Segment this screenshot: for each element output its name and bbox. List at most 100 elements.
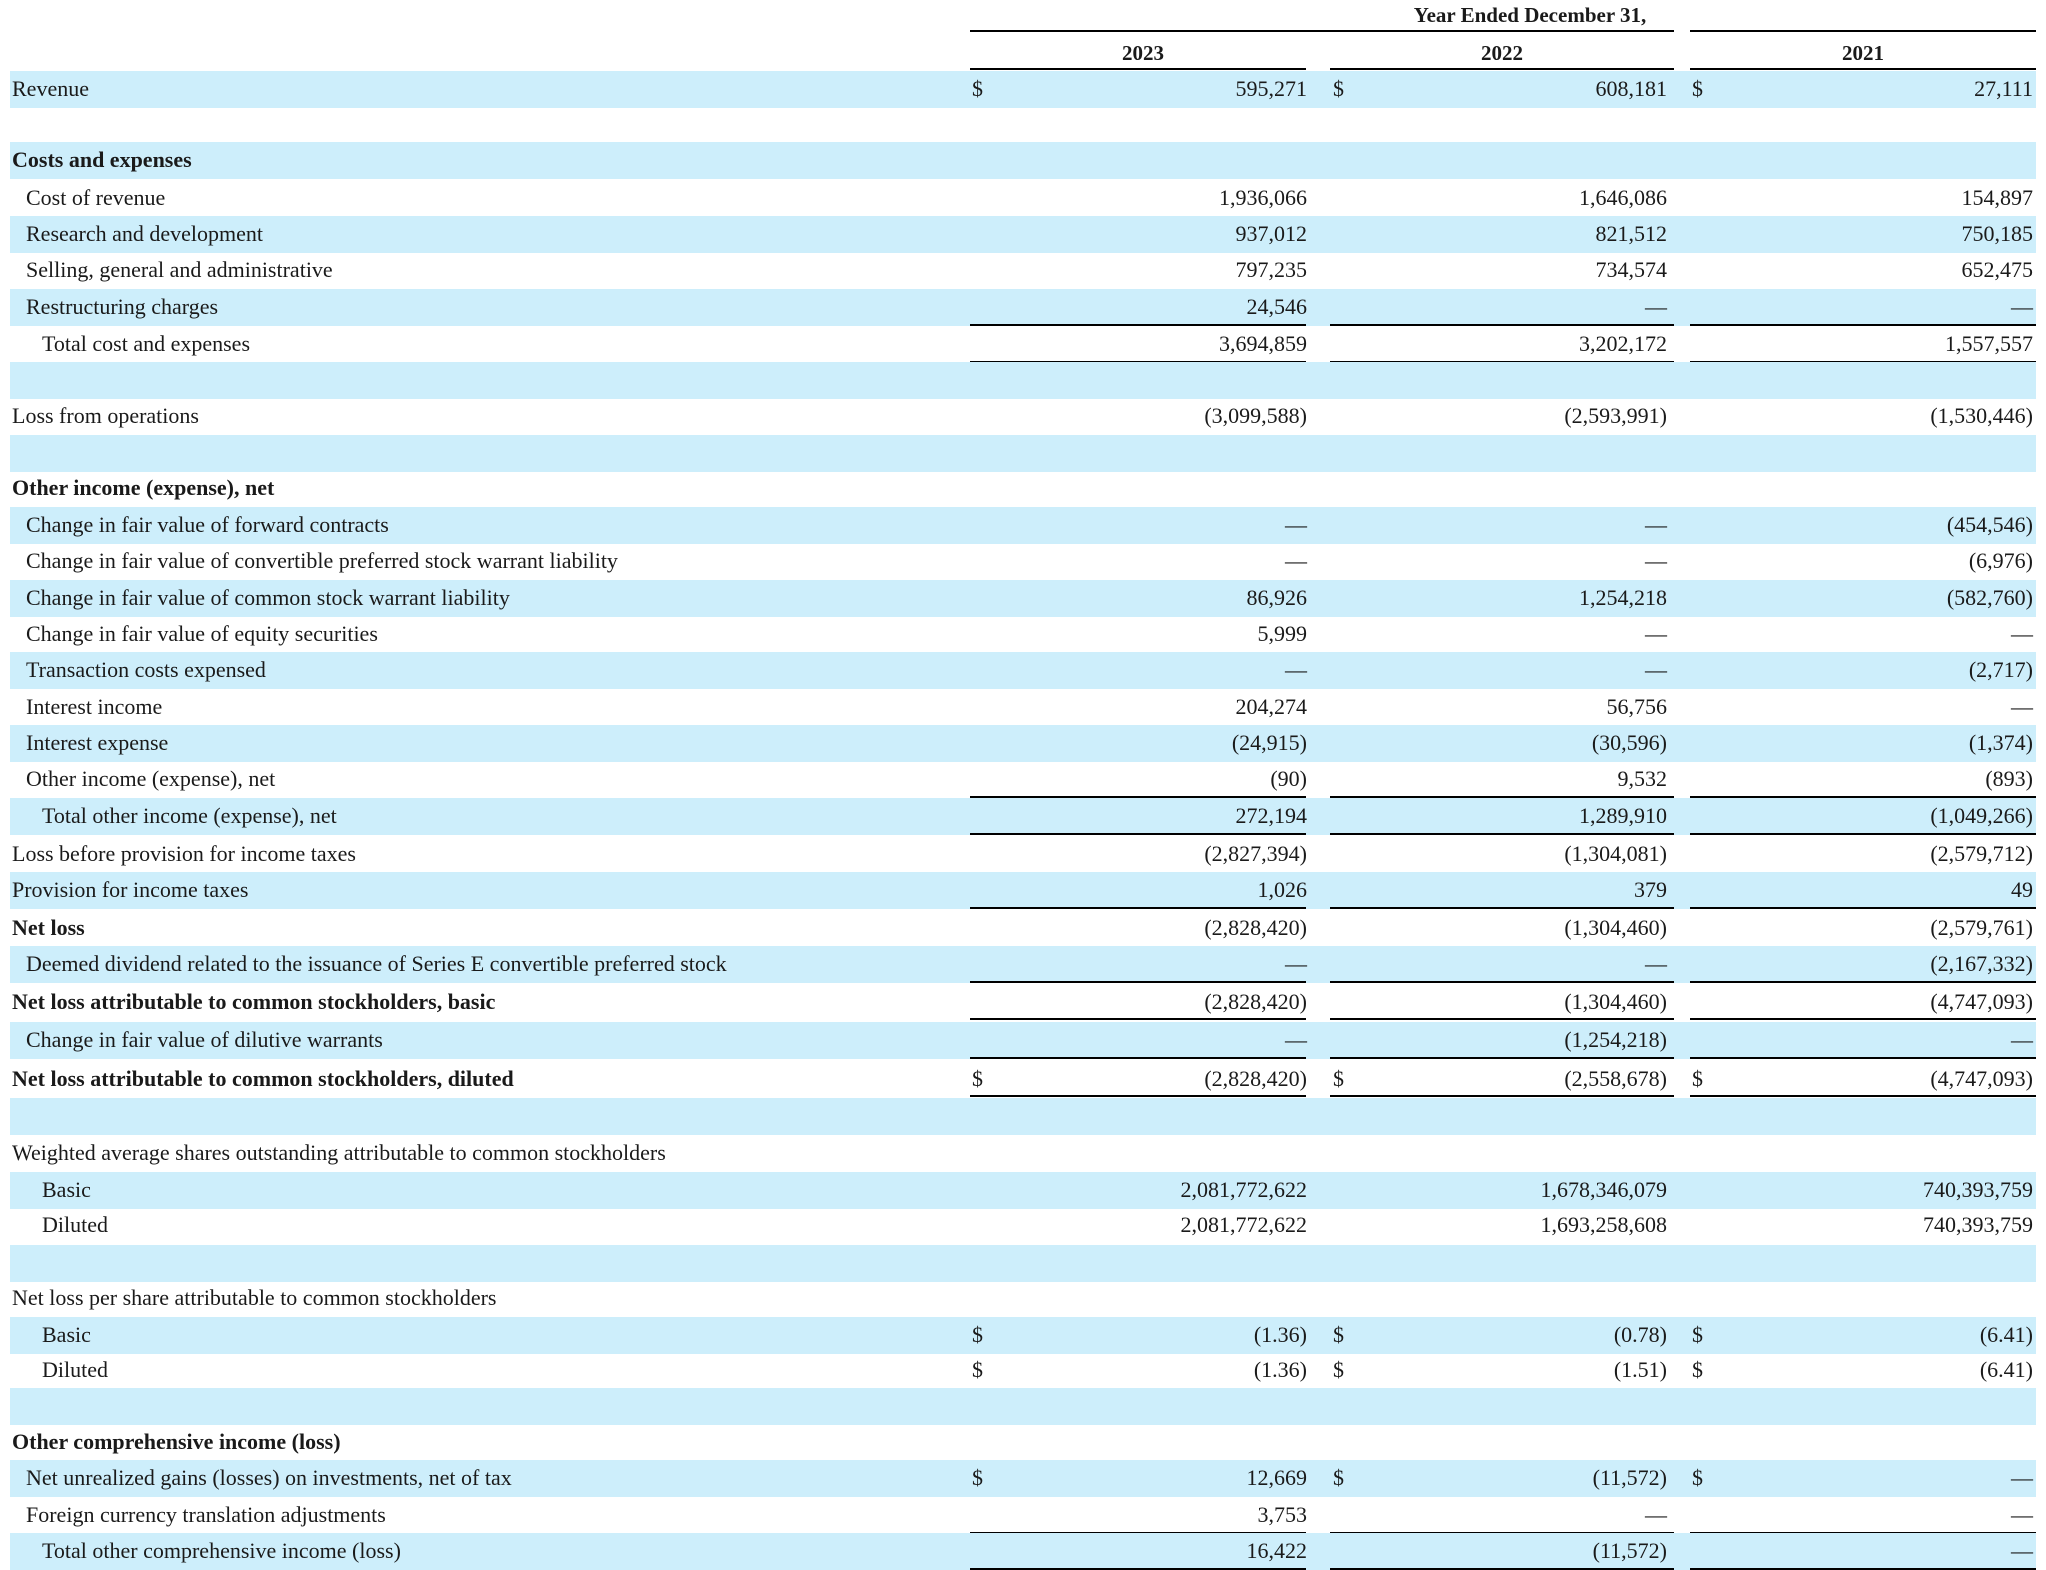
subtotal-rule-2021 [1690,907,2036,909]
subtotal-rule-2023 [970,1057,1306,1059]
currency-symbol: $ [1692,76,1703,101]
value-net-loss-attributable-to-common-stockholders-basic-2022: (1,304,460) [1564,989,1667,1014]
value-net-loss-2023: (2,828,420) [1204,915,1307,940]
value-transaction-costs-expensed-2022: — [1645,657,1667,682]
value-selling-general-and-administrative-2022: 734,574 [1595,257,1668,282]
row-label-other-comprehensive-income-loss: Other comprehensive income (loss) [12,1429,341,1454]
value-cost-of-revenue-2022: 1,646,086 [1579,185,1667,210]
subtotal-rule-2023 [970,324,1306,326]
value-net-loss-attributable-to-common-stockholders-basic-2021: (4,747,093) [1930,989,2033,1014]
row-label-revenue: Revenue [12,76,89,101]
value-change-in-fair-value-of-convertible-preferred-stock-warrant-liability-2023: — [1285,548,1307,573]
currency-symbol: $ [972,1357,983,1382]
value-revenue-2023: 595,271 [1235,76,1308,101]
value-revenue-2022: 608,181 [1595,76,1668,101]
value-total-cost-and-expenses-2021: 1,557,557 [1945,331,2033,356]
value-diluted-2022: (1.51) [1613,1357,1667,1382]
row-label-diluted: Diluted [42,1212,108,1237]
year-header-2023: 2023 [1122,41,1164,65]
value-selling-general-and-administrative-2021: 652,475 [1961,257,2034,282]
value-other-income-expense-net-2023: (90) [1270,766,1307,791]
subtotal-rule-2022 [1330,981,1674,983]
year-header-rule-2021 [1690,68,2036,70]
value-change-in-fair-value-of-dilutive-warrants-2023: — [1285,1027,1307,1052]
value-interest-expense-2022: (30,596) [1591,730,1667,755]
value-net-unrealized-gains-losses-on-investments-net-of-tax-2021: — [2011,1465,2033,1490]
row-shade [10,1245,2036,1282]
value-interest-income-2022: 56,756 [1606,694,1668,719]
row-label-weighted-average-shares-outstanding-attributable-to-common-stockholders: Weighted average shares outstanding attr… [12,1140,666,1165]
value-other-income-expense-net-2022: 9,532 [1617,766,1668,791]
value-net-loss-2022: (1,304,460) [1564,915,1667,940]
value-change-in-fair-value-of-convertible-preferred-stock-warrant-liability-2022: — [1645,548,1667,573]
row-label-net-loss-per-share-attributable-to-common-stockholders: Net loss per share attributable to commo… [12,1285,497,1310]
currency-symbol: $ [1333,76,1344,101]
row-label-deemed-dividend-related-to-the-issuance-of-series-e-convertible-preferred-stock: Deemed dividend related to the issuance … [26,951,727,976]
subtotal-rule-2021 [1690,981,2036,983]
value-basic-2022: 1,678,346,079 [1540,1177,1668,1202]
value-loss-from-operations-2023: (3,099,588) [1204,403,1307,428]
value-research-and-development-2023: 937,012 [1235,221,1308,246]
value-deemed-dividend-related-to-the-issuance-of-series-e-convertible-preferred-stock-2021: (2,167,332) [1930,951,2033,976]
value-provision-for-income-taxes-2021: 49 [2011,877,2033,902]
row-label-other-income-expense-net: Other income (expense), net [12,475,275,500]
subtotal-rule-2021 [1690,324,2036,326]
row-label-loss-from-operations: Loss from operations [12,403,199,428]
value-foreign-currency-translation-adjustments-2022: — [1645,1502,1667,1527]
value-basic-2022: (0.78) [1613,1322,1667,1347]
value-loss-from-operations-2022: (2,593,991) [1564,403,1667,428]
value-total-other-income-expense-net-2022: 1,289,910 [1579,803,1667,828]
subtotal-rule-2022 [1330,1057,1674,1059]
row-label-net-loss-attributable-to-common-stockholders-diluted: Net loss attributable to common stockhol… [12,1066,514,1091]
value-change-in-fair-value-of-common-stock-warrant-liability-2022: 1,254,218 [1579,585,1667,610]
value-total-cost-and-expenses-2022: 3,202,172 [1579,331,1667,356]
row-label-change-in-fair-value-of-common-stock-warrant-liability: Change in fair value of common stock war… [26,585,510,610]
row-shade [10,142,2036,179]
value-loss-before-provision-for-income-taxes-2023: (2,827,394) [1204,841,1307,866]
row-shade [10,362,2036,399]
value-foreign-currency-translation-adjustments-2021: — [2011,1502,2033,1527]
value-restructuring-charges-2022: — [1645,294,1667,319]
currency-symbol: $ [1333,1066,1344,1091]
subtotal-rule-2023 [970,907,1306,909]
value-restructuring-charges-2021: — [2011,294,2033,319]
value-basic-2023: (1.36) [1253,1322,1307,1347]
value-net-loss-attributable-to-common-stockholders-diluted-2022: (2,558,678) [1564,1066,1667,1091]
row-label-cost-of-revenue: Cost of revenue [26,185,166,210]
row-label-total-cost-and-expenses: Total cost and expenses [42,331,251,356]
period-header-rule-2021 [1690,30,2036,32]
value-diluted-2021: (6.41) [1979,1357,2033,1382]
value-total-cost-and-expenses-2023: 3,694,859 [1219,331,1307,356]
row-shade [10,1388,2036,1425]
value-diluted-2023: 2,081,772,622 [1180,1212,1308,1237]
row-label-selling-general-and-administrative: Selling, general and administrative [26,257,333,282]
value-interest-expense-2023: (24,915) [1231,730,1307,755]
value-total-other-comprehensive-income-loss-2021: — [2011,1538,2033,1563]
value-research-and-development-2021: 750,185 [1961,221,2034,246]
currency-symbol: $ [1692,1465,1703,1490]
currency-symbol: $ [1333,1465,1344,1490]
row-label-transaction-costs-expensed: Transaction costs expensed [26,657,266,682]
value-net-loss-attributable-to-common-stockholders-diluted-2023: (2,828,420) [1204,1066,1307,1091]
value-change-in-fair-value-of-forward-contracts-2023: — [1285,512,1307,537]
row-label-change-in-fair-value-of-convertible-preferred-stock-warrant-liability: Change in fair value of convertible pref… [26,548,618,573]
subtotal-rule-2023 [970,981,1306,983]
period-header-rule [970,30,1674,32]
value-diluted-2021: 740,393,759 [1923,1212,2033,1237]
row-label-net-unrealized-gains-losses-on-investments-net-of-tax: Net unrealized gains (losses) on investm… [26,1465,512,1490]
row-label-diluted: Diluted [42,1357,108,1382]
value-net-loss-2021: (2,579,761) [1930,915,2033,940]
subtotal-rule-2021 [1690,1057,2036,1059]
row-label-restructuring-charges: Restructuring charges [26,294,219,319]
value-change-in-fair-value-of-common-stock-warrant-liability-2023: 86,926 [1246,585,1308,610]
subtotal-rule-2022 [1330,324,1674,326]
value-change-in-fair-value-of-equity-securities-2022: — [1645,621,1667,646]
year-header-2022: 2022 [1481,41,1523,65]
value-change-in-fair-value-of-dilutive-warrants-2021: — [2011,1027,2033,1052]
value-basic-2021: 740,393,759 [1923,1177,2033,1202]
subtotal-rule-2022 [1330,833,1674,835]
currency-symbol: $ [1333,1322,1344,1347]
row-label-foreign-currency-translation-adjustments: Foreign currency translation adjustments [26,1502,386,1527]
row-label-net-loss-attributable-to-common-stockholders-basic: Net loss attributable to common stockhol… [12,989,496,1014]
row-label-net-loss: Net loss [12,915,85,940]
